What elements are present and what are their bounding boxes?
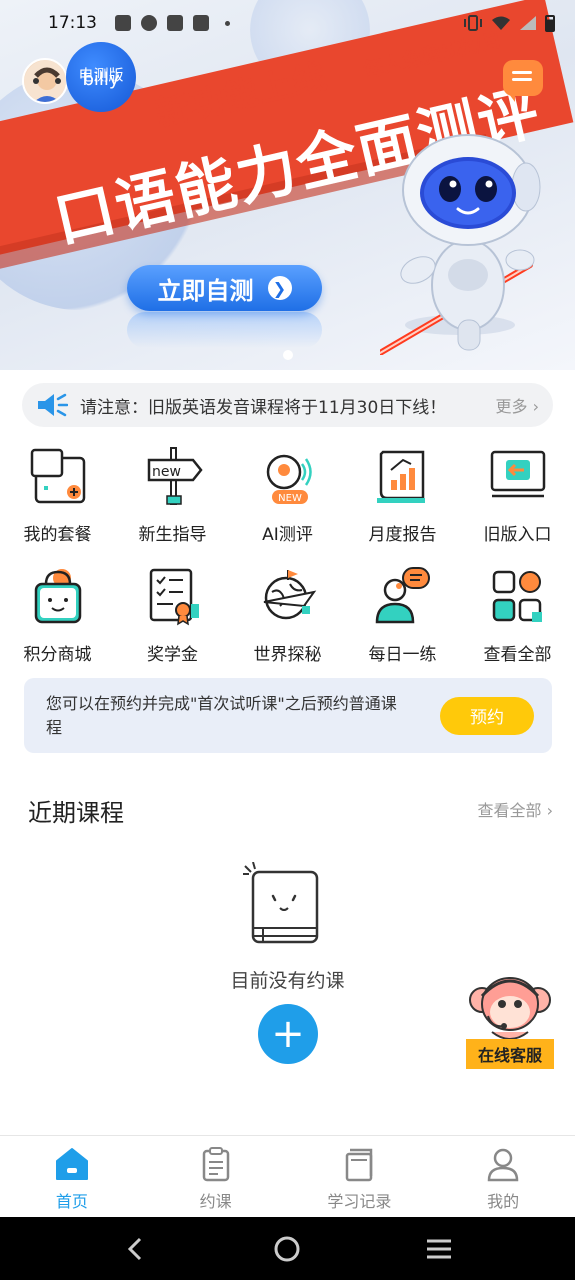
tab-profile[interactable]: 我的: [431, 1136, 575, 1217]
grid-label: 世界探秘: [253, 645, 322, 665]
message-icon[interactable]: [503, 60, 543, 102]
grid-item-new-student-guide[interactable]: new 新生指导: [115, 443, 230, 563]
tab-label: 我的: [487, 1192, 520, 1211]
home-icon: [55, 1148, 88, 1180]
feature-row: 我的套餐 new 新生指导 NEW AI测评 月度报告 旧版入口: [0, 443, 575, 563]
notice-more-label: 更多: [495, 397, 528, 416]
grid-item-points-mall[interactable]: 积分商城: [0, 563, 115, 683]
grid-label: AI测评: [262, 525, 313, 545]
tab-label: 首页: [55, 1192, 88, 1211]
grid-label: 新生指导: [138, 525, 207, 545]
tab-study-record[interactable]: 学习记录: [288, 1136, 432, 1217]
profile-icon: [487, 1148, 519, 1182]
feature-row: 积分商城 奖学金 世界探秘 每日一练 查看全部: [0, 563, 575, 683]
grid-label: 我的套餐: [23, 525, 92, 545]
add-course-button[interactable]: +: [258, 1004, 318, 1064]
grid-item-world-explore[interactable]: 世界探秘: [230, 563, 345, 683]
speaker-icon: [38, 393, 68, 417]
study-record-icon: [346, 1148, 373, 1182]
menu-icon: [427, 1239, 452, 1258]
notice-more-link[interactable]: 更多 ›: [496, 393, 540, 417]
old-version-entry-icon: [490, 450, 545, 498]
world-explore-icon: [263, 570, 316, 620]
notice-bar[interactable]: 请注意：旧版英语发音课程将于11月30日下线！ 更多 ›: [22, 383, 553, 427]
view-all-icon: [492, 570, 542, 622]
daily-practice-icon: [375, 567, 430, 624]
ai-evaluation-icon: NEW: [266, 454, 312, 504]
home-nav-button[interactable]: [267, 1229, 307, 1269]
tab-home[interactable]: 首页: [0, 1136, 144, 1217]
package-icon: [30, 448, 85, 504]
recents-button[interactable]: [419, 1229, 459, 1269]
system-nav-bar: [0, 1217, 575, 1280]
grid-label: 查看全部: [483, 645, 552, 665]
view-all-label: 查看全部: [477, 801, 542, 820]
signal-icon: [520, 16, 536, 30]
section-title: 近期课程: [28, 799, 124, 827]
status-time: 17:13: [48, 13, 97, 33]
grid-item-scholarship[interactable]: 奖学金: [115, 563, 230, 683]
grid-item-monthly-report[interactable]: 月度报告: [345, 443, 460, 563]
new-signpost-icon: new: [147, 447, 203, 505]
vibrate-icon: [464, 15, 482, 31]
online-service-label: 在线客服: [466, 1039, 554, 1069]
grid-label: 月度报告: [368, 525, 437, 545]
notification-icon: [115, 15, 131, 31]
back-icon: [127, 1237, 141, 1260]
scholarship-icon: [149, 568, 199, 626]
tab-book-course[interactable]: 约课: [144, 1136, 288, 1217]
grid-item-package[interactable]: 我的套餐: [0, 443, 115, 563]
booking-tip-card: 您可以在预约并完成"首次试听课"之后预约普通课程 预约: [24, 678, 552, 753]
grid-item-old-version-entry[interactable]: 旧版入口: [460, 443, 575, 563]
book-button[interactable]: 预约: [440, 696, 534, 735]
notification-icon: [193, 15, 209, 31]
monkey-mascot-icon: [469, 977, 551, 1040]
notification-icon: [167, 15, 183, 31]
notice-text: 请注意：旧版英语发音课程将于11月30日下线！: [80, 397, 447, 418]
battery-icon: [545, 14, 555, 32]
username-badge[interactable]: 电测版 billy: [66, 42, 136, 112]
avatar[interactable]: [22, 58, 68, 104]
empty-book-icon: [243, 862, 319, 944]
notification-icon: [141, 15, 157, 31]
cta-reflection: [127, 312, 322, 348]
grid-item-daily-practice[interactable]: 每日一练: [345, 563, 460, 683]
self-test-label: 立即自测: [157, 276, 254, 305]
username: billy: [82, 69, 120, 90]
plus-icon: +: [271, 1011, 305, 1057]
more-notifications-icon: [225, 20, 230, 26]
wifi-icon: [492, 16, 510, 30]
clipboard-icon: [202, 1147, 229, 1182]
new-badge: NEW: [278, 493, 302, 504]
back-button[interactable]: [116, 1229, 156, 1269]
feature-grid: 我的套餐 new 新生指导 NEW AI测评 月度报告 旧版入口 积分商城 奖学…: [0, 443, 575, 683]
chevron-right-icon: ❯: [267, 276, 292, 300]
circle-home-icon: [274, 1236, 300, 1261]
grid-label: 每日一练: [368, 645, 437, 665]
points-mall-icon: [34, 569, 81, 624]
booking-tip-text: 您可以在预约并完成"首次试听课"之后预约普通课程: [46, 693, 397, 737]
online-service-widget[interactable]: 在线客服: [462, 966, 558, 1074]
view-all-link[interactable]: 查看全部 ›: [478, 797, 554, 821]
status-bar: 17:13: [0, 0, 575, 46]
tab-label: 学习记录: [327, 1192, 392, 1211]
tab-label: 约课: [199, 1192, 232, 1211]
self-test-button[interactable]: 立即自测 ❯: [127, 265, 322, 311]
bottom-tab-bar: 首页 约课 学习记录 我的: [0, 1135, 575, 1217]
carousel-indicator: [283, 350, 293, 360]
monthly-report-icon: [376, 450, 425, 503]
grid-item-view-all[interactable]: 查看全部: [460, 563, 575, 683]
grid-label: 奖学金: [147, 645, 198, 665]
grid-label: 积分商城: [23, 645, 92, 665]
svg-text:new: new: [152, 464, 181, 480]
robot-mascot-icon: [380, 134, 541, 355]
grid-item-ai-evaluation[interactable]: NEW AI测评: [230, 443, 345, 563]
grid-label: 旧版入口: [483, 525, 552, 545]
